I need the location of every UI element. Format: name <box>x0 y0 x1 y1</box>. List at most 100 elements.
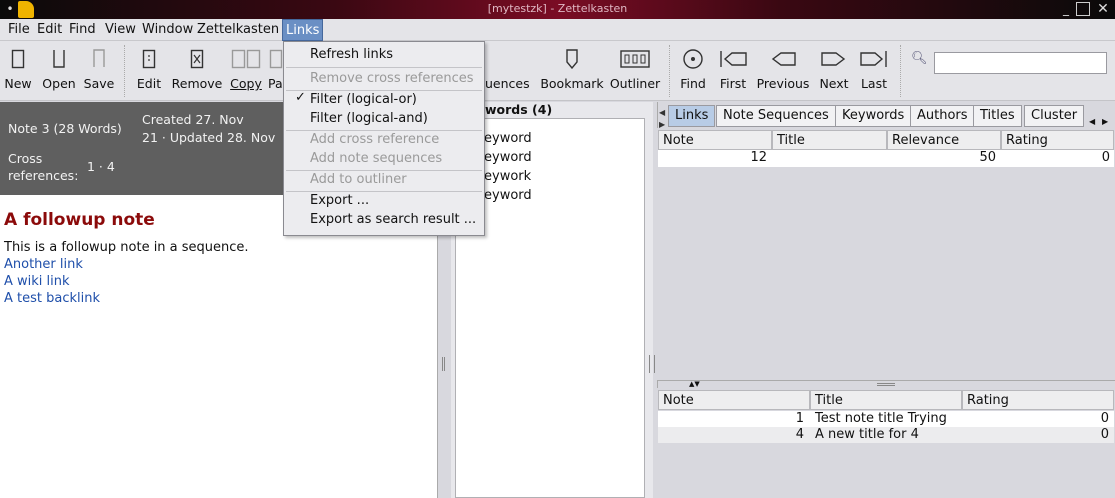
tab-authors[interactable]: Authors <box>910 105 975 127</box>
open-button[interactable]: Open <box>40 41 78 101</box>
menu-add-to-outliner[interactable]: Add to outliner <box>285 170 483 189</box>
copy-button[interactable]: Copy <box>228 41 264 101</box>
links-cell-note: 12 <box>750 150 767 165</box>
keywords-header: words (4) <box>485 102 553 117</box>
menu-edit[interactable]: Edit <box>34 19 65 41</box>
last-button[interactable]: Last <box>856 41 892 101</box>
menu-remove-cross-references[interactable]: Remove cross references <box>285 69 483 88</box>
remove-icon <box>190 49 204 69</box>
links-col-rating[interactable]: Rating <box>1001 130 1114 150</box>
tab-titles[interactable]: Titles <box>973 105 1022 127</box>
note-link[interactable]: A wiki link <box>4 274 70 289</box>
bookmark-label: Bookmark <box>540 76 604 91</box>
links-cell-relevance: 50 <box>979 150 996 165</box>
paste-button[interactable]: Pa <box>268 41 284 101</box>
menu-view[interactable]: View <box>102 19 139 41</box>
tab-note-sequences[interactable]: Note Sequences <box>716 105 836 127</box>
find-button[interactable]: Find <box>676 41 710 101</box>
menu-add-cross-reference[interactable]: Add cross reference <box>285 130 483 149</box>
keyword-item[interactable]: eywork <box>484 169 531 184</box>
bookmark-button[interactable]: Bookmark <box>539 41 605 101</box>
sequences-button[interactable]: uences <box>485 41 535 101</box>
crossref-values[interactable]: 1 · 4 <box>87 159 115 174</box>
open-label: Open <box>42 76 76 91</box>
tab-scroll-left-icon[interactable]: ◀ <box>1089 117 1095 126</box>
close-icon[interactable]: ✕ <box>1095 1 1111 17</box>
menu-refresh-links[interactable]: Refresh links <box>285 45 483 64</box>
note-link[interactable]: Another link <box>4 257 83 272</box>
keyword-item[interactable]: eyword <box>484 131 532 146</box>
menu-add-note-sequences[interactable]: Add note sequences <box>285 149 483 168</box>
links-col-note[interactable]: Note <box>658 130 772 150</box>
keyword-item[interactable]: eyword <box>484 188 532 203</box>
keyword-item[interactable]: eyword <box>484 150 532 165</box>
collapse-left-icon[interactable]: ◀ <box>659 108 665 117</box>
paste-icon <box>269 49 283 69</box>
menu-window[interactable]: Window <box>139 19 196 41</box>
split-handle[interactable] <box>649 355 655 373</box>
first-icon <box>720 51 747 67</box>
links-col-title[interactable]: Title <box>772 130 887 150</box>
links2-cell-note: 4 <box>795 427 804 442</box>
tab-links[interactable]: Links <box>668 105 716 127</box>
remove-label: Remove <box>171 76 223 91</box>
outliner-button[interactable]: Outliner <box>608 41 662 101</box>
menu-file[interactable]: File <box>5 19 33 41</box>
links2-col-rating[interactable]: Rating <box>962 390 1114 410</box>
first-button[interactable]: First <box>714 41 752 101</box>
previous-label: Previous <box>756 76 810 91</box>
last-label: Last <box>860 76 888 91</box>
table-row[interactable]: 4 A new title for 4 0 <box>658 427 1114 443</box>
maximize-icon[interactable] <box>1076 2 1090 16</box>
table-row[interactable]: 1 Test note title Trying 0 <box>658 411 1114 427</box>
menu-filter-logical-and[interactable]: Filter (logical-and) <box>285 109 483 128</box>
menu-zettelkasten[interactable]: Zettelkasten <box>194 19 282 41</box>
save-button[interactable]: Save <box>82 41 116 101</box>
toolbar-separator <box>124 45 125 97</box>
menu-find[interactable]: Find <box>66 19 99 41</box>
previous-button[interactable]: Previous <box>755 41 811 101</box>
split-handle[interactable] <box>877 383 895 386</box>
previous-icon <box>771 52 796 66</box>
tab-scroll-right-icon[interactable]: ▶ <box>1102 117 1108 126</box>
links2-cell-title: Test note title Trying <box>815 411 947 426</box>
new-button[interactable]: New <box>2 41 34 101</box>
links-cell-rating: 0 <box>1101 150 1110 165</box>
links-table-2: Note Title Rating 1 Test note title Tryi… <box>657 388 1115 498</box>
remove-button[interactable]: Remove <box>170 41 224 101</box>
next-button[interactable]: Next <box>816 41 852 101</box>
links2-cell-rating: 0 <box>1100 427 1109 442</box>
search-input[interactable] <box>934 52 1107 74</box>
save-icon <box>93 49 105 67</box>
links2-col-title[interactable]: Title <box>810 390 962 410</box>
first-label: First <box>719 76 747 91</box>
split-handle[interactable] <box>442 357 445 371</box>
find-label: Find <box>680 76 706 91</box>
menu-export-search-result[interactable]: Export as search result ... <box>285 210 483 229</box>
links2-cell-rating: 0 <box>1100 411 1109 426</box>
horizontal-split[interactable]: ▲▼ <box>657 380 1115 388</box>
menu-export[interactable]: Export ... <box>285 191 483 210</box>
links2-cell-note: 1 <box>795 411 804 426</box>
paste-label: Pa <box>268 76 283 91</box>
menu-separator <box>286 67 482 68</box>
bookmark-icon <box>566 49 578 69</box>
outliner-icon <box>620 50 650 68</box>
tab-keywords[interactable]: Keywords <box>835 105 912 127</box>
edit-label: Edit <box>136 76 162 91</box>
links2-col-note[interactable]: Note <box>658 390 810 410</box>
note-created: Created 27. Nov <box>142 112 244 127</box>
menu-filter-logical-or[interactable]: Filter (logical-or) <box>285 90 483 109</box>
title-bar: • [mytestzk] - Zettelkasten _ ✕ <box>0 0 1115 19</box>
minimize-icon[interactable]: _ <box>1058 1 1074 17</box>
menu-links[interactable]: Links <box>282 19 324 41</box>
table-row[interactable]: 12 50 0 <box>658 150 1114 167</box>
links-col-relevance[interactable]: Relevance <box>887 130 1001 150</box>
note-link[interactable]: A test backlink <box>4 291 100 306</box>
toolbar-separator <box>900 45 901 97</box>
split-arrows-icon[interactable]: ▲▼ <box>689 380 700 388</box>
edit-button[interactable]: Edit <box>133 41 165 101</box>
copy-label: Copy <box>230 76 262 91</box>
tab-cluster[interactable]: Cluster <box>1024 105 1085 127</box>
note-title: A followup note <box>4 210 155 230</box>
